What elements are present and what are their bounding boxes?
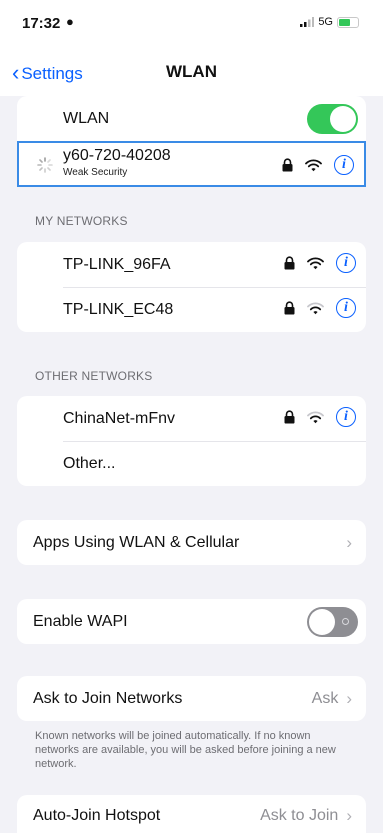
lock-icon bbox=[284, 256, 295, 270]
ask-to-join-value: Ask bbox=[311, 690, 339, 707]
network-name: ChinaNet-mFnv bbox=[63, 410, 176, 427]
battery-icon bbox=[337, 16, 359, 28]
wifi-icon bbox=[305, 159, 322, 171]
network-row[interactable]: ChinaNet-mFnv i bbox=[17, 396, 366, 441]
wifi-icon bbox=[307, 411, 324, 423]
network-icons: i bbox=[284, 298, 356, 318]
chevron-right-icon: › bbox=[346, 806, 352, 825]
auto-join-hotspot-accessory: Ask to Join › bbox=[260, 806, 352, 826]
wlan-label: WLAN bbox=[63, 110, 110, 127]
my-networks-header: MY NETWORKS bbox=[35, 214, 128, 228]
nav-bar: ‹ Settings WLAN bbox=[0, 44, 383, 96]
lock-icon bbox=[284, 410, 295, 424]
chevron-right-icon: › bbox=[346, 689, 352, 708]
info-icon[interactable]: i bbox=[334, 155, 354, 175]
spinner-icon bbox=[37, 157, 53, 173]
wapi-row: Enable WAPI bbox=[17, 599, 366, 644]
lock-icon bbox=[282, 158, 293, 172]
person-icon: ● bbox=[66, 14, 74, 29]
apps-using-accessory: › bbox=[346, 533, 352, 553]
lock-icon bbox=[284, 301, 295, 315]
wifi-icon bbox=[307, 302, 324, 314]
auto-join-group: Auto-Join Hotspot Ask to Join › bbox=[17, 795, 366, 833]
status-time: 17:32 bbox=[22, 15, 61, 32]
chevron-right-icon: › bbox=[346, 533, 352, 552]
auto-join-hotspot-value: Ask to Join bbox=[260, 807, 339, 824]
other-networks-header: OTHER NETWORKS bbox=[35, 369, 153, 383]
info-icon[interactable]: i bbox=[336, 298, 356, 318]
my-networks-group: TP-LINK_96FA i TP-LINK_EC48 i bbox=[17, 242, 366, 332]
joining-network-security: Weak Security bbox=[63, 167, 128, 178]
page-title: WLAN bbox=[166, 62, 217, 81]
signal-icon bbox=[300, 17, 315, 27]
other-network-label: Other... bbox=[63, 455, 116, 472]
network-icons: i bbox=[284, 253, 356, 273]
apps-using-label: Apps Using WLAN & Cellular bbox=[33, 534, 240, 551]
network-name: TP-LINK_96FA bbox=[63, 256, 171, 273]
network-row[interactable]: TP-LINK_96FA i bbox=[17, 242, 366, 287]
ask-to-join-row[interactable]: Ask to Join Networks Ask › bbox=[17, 676, 366, 721]
status-bar: 17:32 ● 5G bbox=[0, 0, 383, 44]
wapi-label: Enable WAPI bbox=[33, 613, 128, 630]
info-icon[interactable]: i bbox=[336, 407, 356, 427]
other-network-row[interactable]: Other... bbox=[17, 441, 366, 486]
ask-to-join-label: Ask to Join Networks bbox=[33, 690, 183, 707]
joining-network-row[interactable]: y60-720-40208 Weak Security i bbox=[17, 141, 366, 187]
ask-to-join-group: Ask to Join Networks Ask › bbox=[17, 676, 366, 721]
other-networks-group: ChinaNet-mFnv i Other... bbox=[17, 396, 366, 486]
wapi-toggle[interactable] bbox=[307, 607, 358, 637]
wifi-icon bbox=[307, 257, 324, 269]
apps-using-group: Apps Using WLAN & Cellular › bbox=[17, 520, 366, 565]
apps-using-row[interactable]: Apps Using WLAN & Cellular › bbox=[17, 520, 366, 565]
network-type: 5G bbox=[318, 16, 333, 28]
info-icon[interactable]: i bbox=[336, 253, 356, 273]
wlan-toggle-row: WLAN bbox=[17, 96, 366, 141]
network-icons: i bbox=[284, 407, 356, 427]
wlan-toggle[interactable] bbox=[307, 104, 358, 134]
network-row[interactable]: TP-LINK_EC48 i bbox=[17, 287, 366, 332]
joining-network-name: y60-720-40208 bbox=[63, 147, 171, 164]
wapi-group: Enable WAPI bbox=[17, 599, 366, 644]
auto-join-hotspot-row[interactable]: Auto-Join Hotspot Ask to Join › bbox=[17, 795, 366, 833]
ask-to-join-footer: Known networks will be joined automatica… bbox=[35, 730, 336, 770]
ask-to-join-accessory: Ask › bbox=[312, 689, 352, 709]
joining-network-icons: i bbox=[282, 155, 354, 175]
network-name: TP-LINK_EC48 bbox=[63, 301, 174, 318]
status-indicators: 5G bbox=[300, 16, 359, 28]
auto-join-hotspot-label: Auto-Join Hotspot bbox=[33, 807, 161, 824]
